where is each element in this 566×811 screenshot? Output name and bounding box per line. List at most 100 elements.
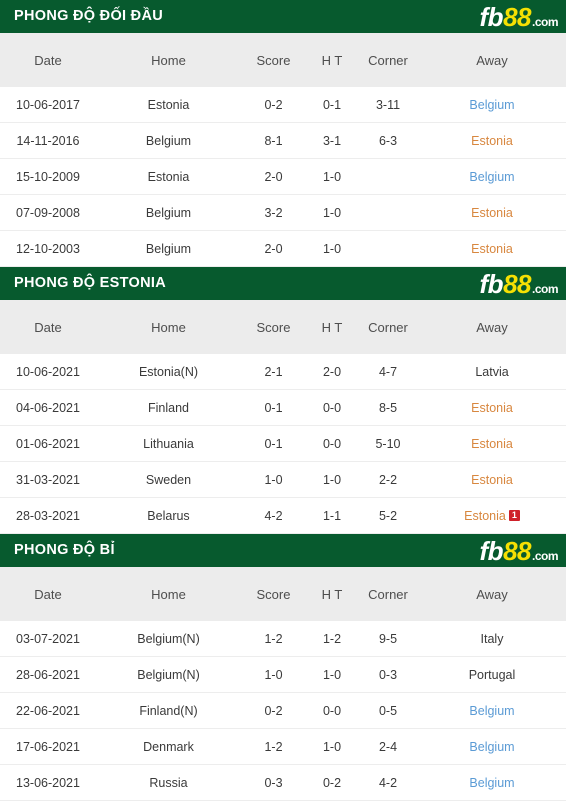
column-header-ht: H T: [321, 319, 343, 335]
cell-away-team: Italy: [418, 621, 566, 657]
table-row[interactable]: 10-06-2017 Estonia 0-2 0-1 3-11 Belgium: [0, 87, 566, 123]
cell-corner: 2-4: [378, 739, 398, 754]
cell-date: 01-06-2021: [16, 436, 80, 451]
cell-half-time-score: 0-2: [322, 775, 342, 790]
logo-text-88: 88: [503, 1, 531, 32]
away-team-name: Belgium: [469, 703, 515, 718]
away-team-wrapper: Estonia: [471, 401, 513, 415]
cell-away-team: Latvia: [418, 354, 566, 390]
logo-text-88: 88: [503, 268, 531, 299]
cell-score: 1-0: [264, 667, 283, 682]
logo-text-com: .com: [531, 14, 559, 29]
table-row[interactable]: 07-09-2008 Belgium 3-2 1-0 Estonia: [0, 194, 566, 231]
cell-away-team: Belgium: [418, 765, 566, 801]
cell-score: 3-2: [264, 205, 283, 220]
away-team-name: Estonia: [471, 205, 513, 220]
cell-half-time-score: 1-1: [322, 508, 342, 523]
section-header: PHONG ĐỘ BỈ fb 88 .com: [0, 534, 566, 567]
cell-score: 0-1: [264, 436, 283, 451]
fb88-logo[interactable]: fb 88 .com: [480, 538, 559, 564]
cell-date: 10-06-2021: [16, 364, 80, 379]
away-team-wrapper: Estonia: [471, 206, 513, 220]
away-team-name: Belgium: [469, 739, 515, 754]
table-header-row: Date Home Score H T Corner Away: [0, 567, 566, 621]
away-team-wrapper: Belgium: [469, 740, 514, 754]
cell-corner: [358, 195, 418, 231]
cell-corner: 0-3: [378, 667, 398, 682]
cell-date: 15-10-2009: [16, 169, 80, 184]
cell-score: 8-1: [264, 133, 283, 148]
cell-date: 14-11-2016: [16, 133, 80, 148]
cell-score: 0-3: [264, 775, 283, 790]
column-header-ht: H T: [321, 586, 343, 602]
away-team-name: Estonia: [471, 133, 513, 148]
table-row[interactable]: 12-10-2003 Belgium 2-0 1-0 Estonia: [0, 230, 566, 267]
table-row[interactable]: 01-06-2021 Lithuania 0-1 0-0 5-10 Estonia: [0, 425, 566, 462]
cell-home-team: Belgium(N): [137, 631, 200, 646]
table-row[interactable]: 15-10-2009 Estonia 2-0 1-0 Belgium: [0, 158, 566, 195]
table-row[interactable]: 14-11-2016 Belgium 8-1 3-1 6-3 Estonia: [0, 122, 566, 159]
table-row[interactable]: 28-06-2021 Belgium(N) 1-0 1-0 0-3 Portugal: [0, 656, 566, 693]
away-team-wrapper: Belgium: [469, 98, 514, 112]
table-row[interactable]: 03-07-2021 Belgium(N) 1-2 1-2 9-5 Italy: [0, 621, 566, 657]
away-team-wrapper: Italy: [481, 632, 504, 646]
table-row[interactable]: 17-06-2021 Denmark 1-2 1-0 2-4 Belgium: [0, 728, 566, 765]
cell-away-team: Estonia 1: [418, 498, 566, 534]
cell-corner: [358, 159, 418, 195]
column-header-away: Away: [476, 52, 508, 68]
section-header: PHONG ĐỘ ĐỐI ĐẦU fb 88 .com: [0, 0, 566, 33]
table-row[interactable]: 31-03-2021 Sweden 1-0 1-0 2-2 Estonia: [0, 461, 566, 498]
cell-corner: 4-2: [378, 775, 398, 790]
cell-away-team: Estonia: [418, 231, 566, 267]
table-row[interactable]: 13-06-2021 Russia 0-3 0-2 4-2 Belgium: [0, 764, 566, 801]
away-team-name: Portugal: [468, 667, 516, 682]
away-team-name: Belgium: [469, 775, 515, 790]
column-header-away: Away: [476, 586, 508, 602]
away-team-wrapper: Estonia 1: [464, 509, 520, 523]
cell-half-time-score: 1-0: [322, 169, 342, 184]
table-row[interactable]: 10-06-2021 Estonia(N) 2-1 2-0 4-7 Latvia: [0, 354, 566, 390]
table-row[interactable]: 28-03-2021 Belarus 4-2 1-1 5-2 Estonia 1: [0, 497, 566, 534]
column-header-ht: H T: [321, 52, 343, 68]
cell-away-team: Portugal: [418, 657, 566, 693]
away-team-wrapper: Belgium: [469, 170, 514, 184]
cell-score: 0-2: [264, 703, 283, 718]
cell-home-team: Belgium(N): [137, 667, 200, 682]
logo-text-com: .com: [531, 281, 559, 296]
cell-away-team: Estonia: [418, 462, 566, 498]
section-title: PHONG ĐỘ ĐỐI ĐẦU: [14, 8, 163, 25]
cell-date: 13-06-2021: [16, 775, 80, 790]
stats-section: PHONG ĐỘ BỈ fb 88 .com Date Home Score H T Corne…: [0, 534, 566, 801]
away-team-name: Belgium: [469, 97, 515, 112]
cell-half-time-score: 0-0: [322, 400, 342, 415]
match-history-table: Date Home Score H T Corner Away 10-06-2017 Esto…: [0, 33, 566, 267]
table-row[interactable]: 22-06-2021 Finland(N) 0-2 0-0 0-5 Belgium: [0, 692, 566, 729]
fb88-logo[interactable]: fb 88 .com: [480, 268, 559, 299]
cell-away-team: Belgium: [418, 87, 566, 123]
cell-home-team: Belgium: [145, 205, 192, 220]
cell-away-team: Estonia: [418, 390, 566, 426]
cell-date: 17-06-2021: [16, 739, 80, 754]
cell-score: 2-1: [264, 364, 283, 379]
logo-text-fb: fb: [479, 1, 504, 32]
column-header-corner: Corner: [368, 586, 408, 602]
cell-half-time-score: 1-0: [322, 667, 342, 682]
cell-score: 1-2: [264, 631, 283, 646]
away-team-name: Estonia: [471, 400, 513, 415]
cell-away-team: Estonia: [418, 426, 566, 462]
table-header-row: Date Home Score H T Corner Away: [0, 33, 566, 87]
column-header-score: Score: [256, 319, 291, 335]
cell-date: 07-09-2008: [16, 205, 80, 220]
cell-date: 22-06-2021: [16, 703, 80, 718]
table-row[interactable]: 04-06-2021 Finland 0-1 0-0 8-5 Estonia: [0, 389, 566, 426]
away-team-name: Latvia: [475, 364, 509, 379]
cell-home-team: Russia: [149, 775, 188, 790]
stats-section: PHONG ĐỘ ESTONIA fb 88 .com Date Home Score H T…: [0, 267, 566, 534]
fb88-logo[interactable]: fb 88 .com: [479, 1, 559, 32]
cell-date: 10-06-2017: [16, 97, 80, 112]
column-header-corner: Corner: [368, 319, 408, 335]
cell-corner: 2-2: [378, 472, 398, 487]
away-team-wrapper: Estonia: [471, 134, 513, 148]
away-team-wrapper: Estonia: [471, 473, 513, 487]
cell-date: 28-03-2021: [16, 508, 80, 523]
